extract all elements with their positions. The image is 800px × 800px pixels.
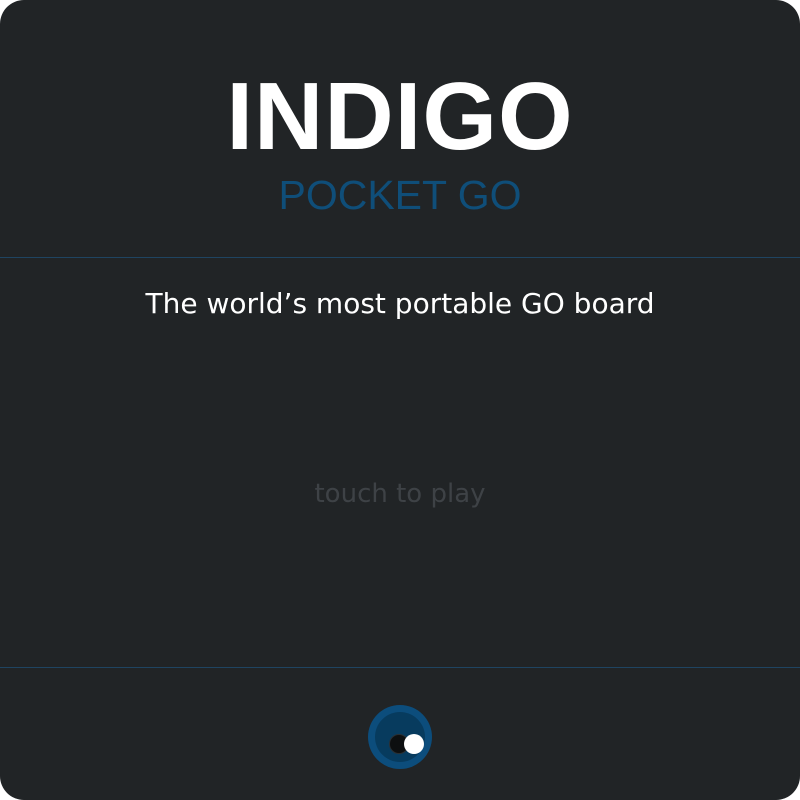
white-stone-icon [404,734,424,754]
bottom-divider [0,667,800,668]
top-divider [0,257,800,258]
app-title: INDIGO [226,63,574,170]
touch-to-play-prompt[interactable]: touch to play [0,476,800,512]
go-stones-icon [375,712,425,762]
app-subtitle: POCKET GO [278,172,522,218]
stone-color-toggle-button[interactable] [368,705,432,769]
title-screen[interactable]: INDIGO POCKET GO The world’s most portab… [0,0,800,800]
tagline: The world’s most portable GO board [145,287,655,320]
